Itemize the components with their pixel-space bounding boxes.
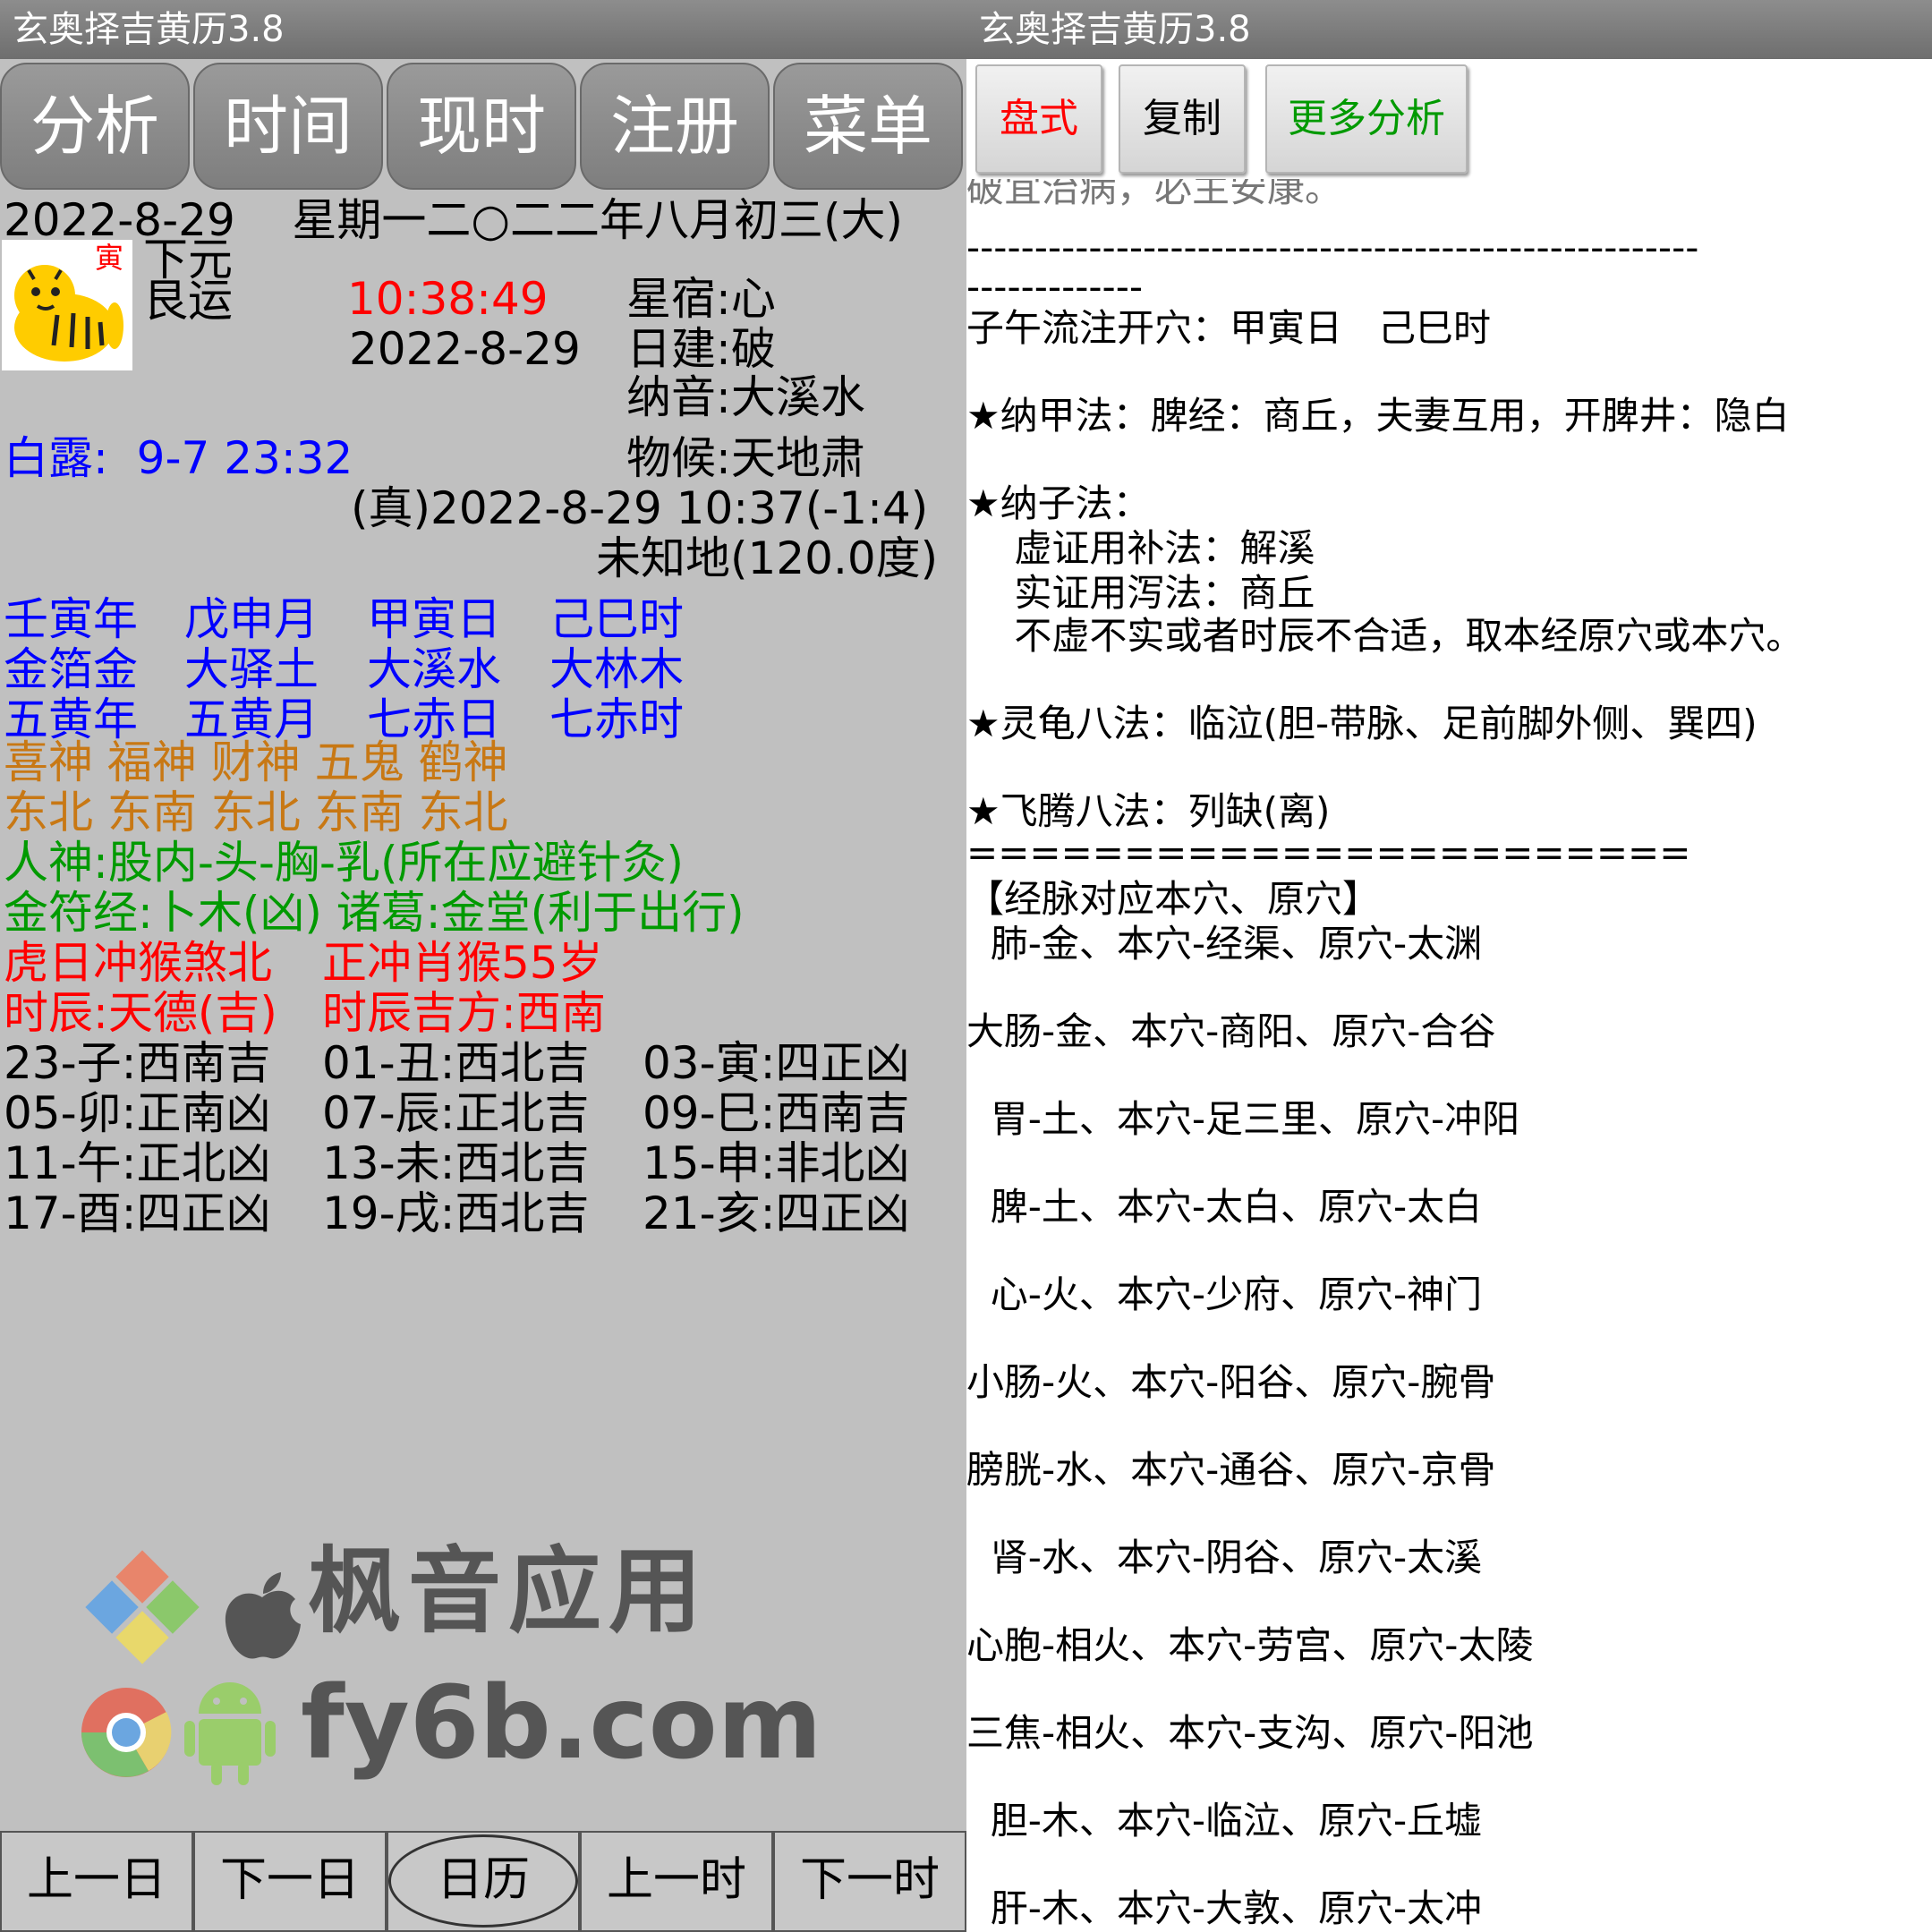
meridian-row: 胃-土、本穴-足三里、原穴-冲阳 (966, 1097, 1520, 1141)
date-line: 2022-8-29 星期一二○二二年八月初三(大) (4, 194, 903, 246)
linggui-line: ★灵龟八法：临泣(胆-带脉、足前脚外侧、巽四) (966, 702, 1758, 745)
ziwu-line: 子午流注开穴：甲寅日 己巳时 (966, 306, 1492, 350)
meridian-row: 大肠-金、本穴-商阳、原穴-合谷 (966, 1009, 1496, 1053)
copy-button[interactable]: 复制 (1119, 64, 1246, 174)
tab-register[interactable]: 注册 (580, 63, 770, 190)
watermark-url: fy6b.com (301, 1665, 822, 1782)
shichen-jifang: 时辰吉方:西南 (322, 987, 606, 1039)
star-hour: 七赤时 (549, 694, 684, 745)
rijian: 日建:破 (626, 323, 776, 375)
tab-time[interactable]: 时间 (193, 63, 383, 190)
nazi-bu: 虚证用补法：解溪 (966, 526, 1315, 570)
renshen-line: 人神:股内-头-胸-乳(所在应避针灸) (4, 837, 684, 889)
dash-separator: ----------------------------------------… (966, 226, 1699, 269)
feiteng-line: ★飞腾八法：列缺(离) (966, 789, 1331, 833)
meridian-row: 心胞-相火、本穴-劳宫、原穴-太陵 (966, 1623, 1534, 1667)
watermark-text: 枫音应用 (308, 1536, 710, 1646)
chrome-logo-icon (59, 1666, 175, 1802)
jinfu-line: 金符经:卜木(凶) 诸葛:金堂(利于出行) (4, 887, 745, 939)
chart-style-button[interactable]: 盘式 (975, 64, 1102, 174)
prev-hour-button[interactable]: 上一时 (580, 1831, 773, 1932)
ganzhi-hour: 己巳时 (549, 593, 684, 645)
hour-cell: 19-戌:西北吉 (322, 1187, 590, 1239)
nayin-month: 大驿土 (184, 643, 319, 695)
left-panel: 玄奥择吉黄历3.8 分析 时间 现时 注册 菜单 2022-8-29 星期一二○… (0, 0, 966, 1932)
meridian-row: 肺-金、本穴-经渠、原穴-太渊 (966, 922, 1483, 966)
najia-line: ★纳甲法：脾经：商丘，夫妻互用，开脾井：隐白 (966, 394, 1790, 438)
meridian-row: 肾-水、本穴-阴谷、原穴-太溪 (966, 1536, 1483, 1579)
hour-cell: 11-午:正北凶 (4, 1137, 271, 1189)
hour-cell: 03-寅:四正凶 (643, 1037, 910, 1089)
xingxiu: 星宿:心 (626, 273, 776, 325)
gods-line: 喜神 福神 财神 五鬼 鹤神 (4, 736, 508, 788)
more-analysis-button[interactable]: 更多分析 (1265, 64, 1468, 174)
yuan-line2: 艮运 (143, 275, 233, 327)
zheng-chong: 正冲肖猴55岁 (322, 937, 603, 989)
nayin-day: 大溪水 (367, 643, 501, 695)
next-day-button[interactable]: 下一日 (193, 1831, 387, 1932)
nayin-year: 金箔金 (4, 643, 138, 695)
tab-menu[interactable]: 菜单 (773, 63, 963, 190)
app-title-bar: 玄奥择吉黄历3.8 (966, 0, 1932, 59)
gods-direction-line: 东北 东南 东北 东南 东北 (4, 787, 508, 838)
zodiac-badge: 寅 (95, 241, 124, 275)
meridian-row: 肝-木、本穴-大敦、原穴-太冲 (966, 1886, 1483, 1926)
dash-separator: ------------- (966, 265, 1144, 309)
android-logo-icon (163, 1655, 279, 1809)
nayin-hour: 大林木 (549, 643, 684, 695)
hour-cell: 15-申:非北凶 (643, 1137, 910, 1189)
hour-cell: 23-子:西南吉 (4, 1037, 271, 1089)
nazi-other: 不虚不实或者时辰不合适，取本经原穴或本穴。 (966, 614, 1804, 658)
chong-sha: 虎日冲猴煞北 (4, 937, 272, 989)
true-solar-time: (真)2022-8-29 10:37(-1:4) (351, 482, 929, 534)
meridian-row: 小肠-火、本穴-阳谷、原穴-腕骨 (966, 1360, 1496, 1404)
meridian-row: 脾-土、本穴-太白、原穴-太白 (966, 1185, 1483, 1229)
tab-now[interactable]: 现时 (387, 63, 576, 190)
nazi-xie: 实证用泻法：商丘 (966, 571, 1315, 615)
hour-cell: 17-酉:四正凶 (4, 1187, 271, 1239)
meridian-row: 胆-木、本穴-临泣、原穴-丘墟 (966, 1799, 1483, 1843)
meridian-title: 【经脉对应本穴、原穴】 (966, 877, 1381, 921)
tab-analysis[interactable]: 分析 (0, 63, 190, 190)
wuhou: 物候:天地肃 (626, 432, 865, 484)
equals-separator: ======================= (966, 830, 1691, 874)
cut-off-text: 破宜治病，必主安康。 (966, 179, 1343, 210)
next-hour-button[interactable]: 下一时 (773, 1831, 966, 1932)
ganzhi-month: 戊申月 (184, 593, 319, 645)
prev-day-button[interactable]: 上一日 (0, 1831, 193, 1932)
solar-term: 白露: 9-7 23:32 (4, 432, 353, 484)
right-panel: 玄奥择吉黄历3.8 盘式 复制 更多分析 破宜治病，必主安康。 --------… (966, 0, 1932, 1932)
meridian-row: 膀胱-水、本穴-通谷、原穴-京骨 (966, 1448, 1496, 1492)
calendar-button-highlight (388, 1834, 578, 1928)
hour-cell: 01-丑:西北吉 (322, 1037, 590, 1089)
app-title-bar: 玄奥择吉黄历3.8 (0, 0, 966, 59)
meridian-row: 心-火、本穴-少府、原穴-神门 (966, 1272, 1483, 1316)
location: 未知地(120.0度) (596, 532, 939, 584)
hour-cell: 13-未:西北吉 (322, 1137, 590, 1189)
hour-cell: 05-卯:正南凶 (4, 1087, 271, 1139)
cut-off-line: 破宜治病，必主安康。 (966, 179, 1342, 217)
hour-cell: 07-辰:正北吉 (322, 1087, 590, 1139)
current-date: 2022-8-29 (349, 323, 581, 375)
ganzhi-year: 壬寅年 (4, 593, 138, 645)
hour-cell: 21-亥:四正凶 (643, 1187, 910, 1239)
nayin: 纳音:大溪水 (626, 371, 865, 423)
tiger-zodiac-icon: 寅 (2, 240, 132, 370)
nazi-line: ★纳子法： (966, 481, 1151, 525)
ganzhi-day: 甲寅日 (367, 593, 501, 645)
meridian-row: 三焦-相火、本穴-支沟、原穴-阳池 (966, 1711, 1534, 1755)
shichen-tiande: 时辰:天德(吉) (4, 987, 277, 1039)
current-time: 10:38:49 (347, 273, 549, 325)
hour-cell: 09-巳:西南吉 (643, 1087, 910, 1139)
